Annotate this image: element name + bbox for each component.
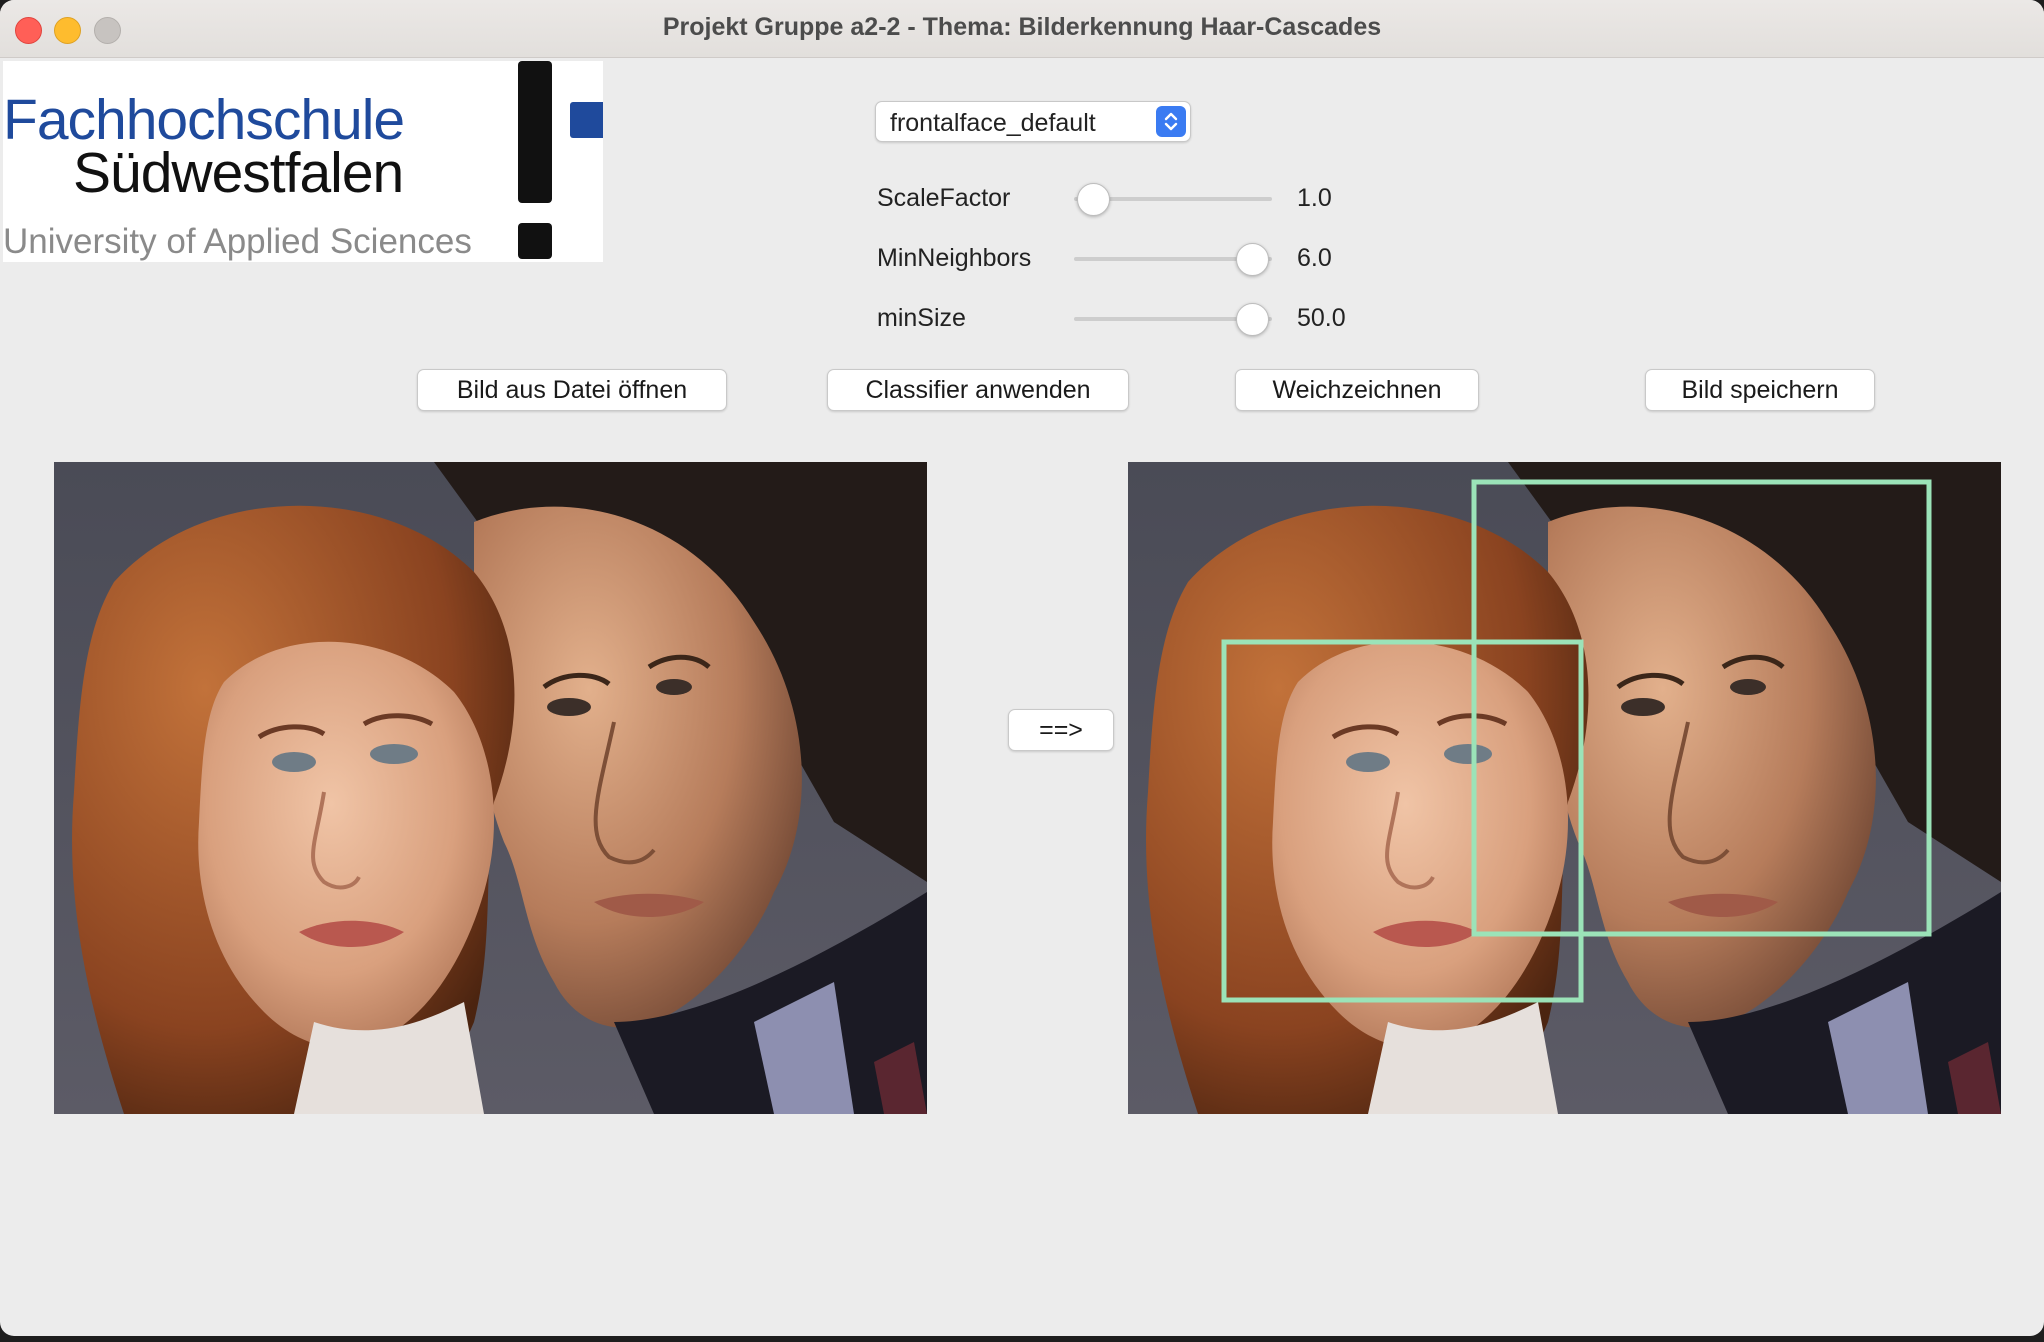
app-window: Projekt Gruppe a2-2 - Thema: Bilderkennu… — [0, 0, 2044, 1336]
minsize-value: 50.0 — [1297, 304, 1346, 332]
classifier-select-value: frontalface_default — [890, 109, 1096, 137]
minneighbors-slider-thumb[interactable] — [1235, 243, 1269, 276]
blur-button[interactable]: Weichzeichnen — [1235, 369, 1479, 411]
logo-line-3: University of Applied Sciences — [3, 222, 472, 261]
classifier-select[interactable]: frontalface_default — [875, 101, 1191, 142]
minneighbors-value: 6.0 — [1297, 244, 1332, 272]
logo-blue-square — [570, 102, 603, 138]
minsize-label: minSize — [877, 304, 966, 332]
minsize-slider-thumb[interactable] — [1235, 303, 1269, 336]
title-bar[interactable]: Projekt Gruppe a2-2 - Thema: Bilderkennu… — [0, 0, 2044, 58]
process-arrow-button[interactable]: ==> — [1008, 709, 1114, 751]
window-title: Projekt Gruppe a2-2 - Thema: Bilderkennu… — [662, 13, 1382, 41]
output-image — [1128, 462, 2001, 1114]
apply-classifier-button[interactable]: Classifier anwenden — [827, 369, 1129, 411]
university-logo: Fachhochschule Südwestfalen University o… — [3, 61, 603, 262]
logo-exclamation-bar — [518, 61, 552, 203]
updown-chevron-icon[interactable] — [1156, 106, 1186, 137]
minneighbors-label: MinNeighbors — [877, 244, 1032, 272]
logo-exclamation-dot — [518, 223, 552, 259]
input-image — [54, 462, 927, 1114]
logo-line-2: Südwestfalen — [73, 141, 404, 205]
scalefactor-label: ScaleFactor — [877, 184, 1011, 212]
open-image-button[interactable]: Bild aus Datei öffnen — [417, 369, 727, 411]
scalefactor-slider-thumb[interactable] — [1077, 183, 1111, 216]
save-image-button[interactable]: Bild speichern — [1645, 369, 1875, 411]
scalefactor-value: 1.0 — [1297, 184, 1332, 212]
